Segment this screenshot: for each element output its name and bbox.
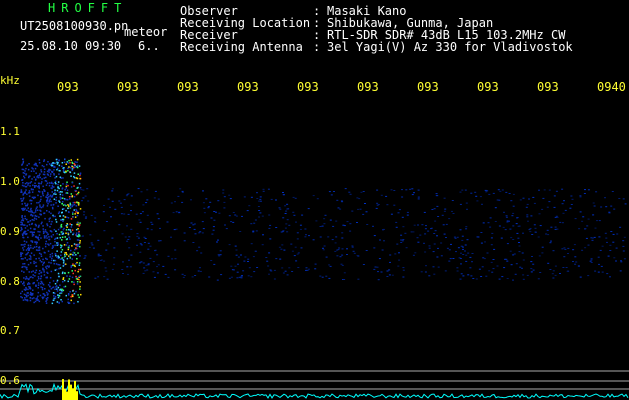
noise-band	[80, 188, 627, 281]
x-tick: 093	[417, 81, 439, 94]
y-axis-unit: kHz	[0, 74, 20, 87]
x-tick-last: 0940	[597, 81, 626, 94]
y-tick: 1.1	[0, 125, 20, 138]
spectrogram	[0, 158, 629, 400]
detection-count: 6..	[138, 39, 160, 53]
antenna-sep: :	[313, 40, 321, 54]
y-tick: 0.7	[0, 324, 20, 337]
date-time: 25.08.10 09:30	[20, 39, 122, 53]
x-tick: 093	[177, 81, 199, 94]
y-tick: 0.8	[0, 275, 20, 288]
x-tick: 093	[57, 81, 79, 94]
file-name: UT2508100930.pn	[20, 19, 129, 33]
x-tick: 093	[237, 81, 259, 94]
meteor-echo	[20, 158, 82, 305]
x-tick: 093	[117, 81, 139, 94]
antenna-label: Receiving Antenna	[180, 40, 303, 54]
y-tick: 0.9	[0, 225, 20, 238]
spectrum-profile	[0, 379, 629, 400]
app-logo: HROFFT	[48, 1, 128, 15]
x-tick: 093	[357, 81, 379, 94]
antenna-value: 3el Yagi(V) Az 330 for Vladivostok	[327, 40, 573, 54]
x-tick: 093	[537, 81, 559, 94]
file-tag: meteor	[124, 25, 168, 39]
y-tick: 1.0	[0, 175, 20, 188]
x-tick: 093	[297, 81, 319, 94]
x-tick: 093	[477, 81, 499, 94]
y-tick: 0.6	[0, 374, 20, 387]
